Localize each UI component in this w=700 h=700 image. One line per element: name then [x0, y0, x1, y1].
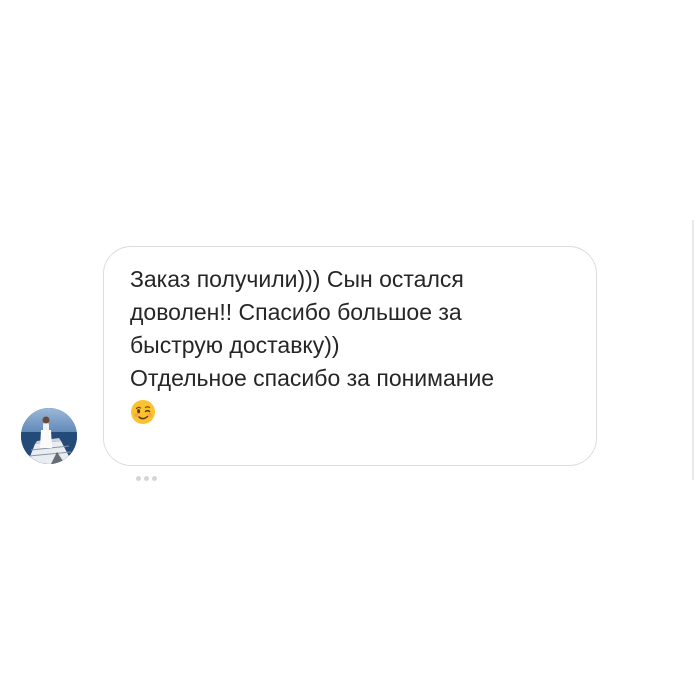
sender-avatar[interactable] [21, 408, 77, 464]
avatar-photo-icon [21, 408, 77, 464]
typing-dot [152, 476, 157, 481]
typing-dot [136, 476, 141, 481]
message-line: Отдельное спасибо за понимание [130, 365, 495, 391]
winking-face-icon [130, 399, 156, 425]
message-bubble[interactable]: Заказ получили))) Сын остался доволен!! … [103, 246, 597, 466]
message-line: доволен!! Спасибо большое за [130, 299, 462, 325]
typing-dot [144, 476, 149, 481]
scrollbar-edge [692, 220, 694, 480]
message-line: быструю доставку)) [130, 332, 340, 358]
typing-indicator [136, 476, 157, 481]
message-line: Заказ получили))) Сын остался [130, 266, 464, 292]
